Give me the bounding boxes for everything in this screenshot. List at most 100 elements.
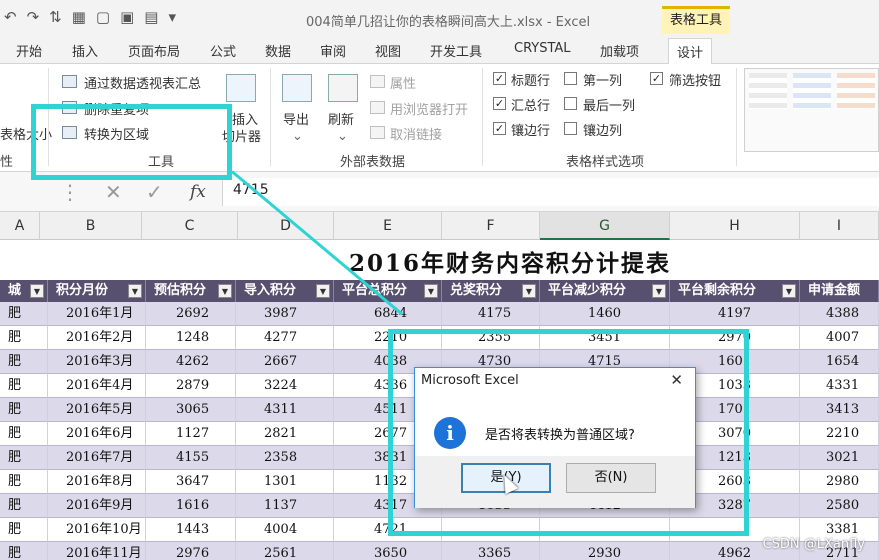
- table-cell[interactable]: 肥: [0, 470, 48, 494]
- table-cell[interactable]: 3365: [442, 542, 540, 560]
- header-row-checkbox[interactable]: ✓: [493, 72, 506, 85]
- last-column-checkbox[interactable]: [564, 97, 577, 110]
- tab-page-layout[interactable]: 页面布局: [128, 41, 180, 60]
- table-cell[interactable]: 1301: [236, 470, 334, 494]
- table-cell[interactable]: 4262: [146, 350, 236, 374]
- tab-home[interactable]: 开始: [16, 41, 42, 60]
- table-cell[interactable]: 2561: [236, 542, 334, 560]
- table-header-cell[interactable]: 平台剩余积分 ▼: [670, 280, 800, 302]
- table-cell[interactable]: 肥: [0, 302, 48, 326]
- filter-dropdown-icon[interactable]: ▼: [424, 284, 438, 298]
- table-cell[interactable]: 4004: [236, 518, 334, 542]
- unlink-button[interactable]: 取消链接: [390, 124, 442, 143]
- table-cell[interactable]: 4311: [236, 398, 334, 422]
- total-row-checkbox[interactable]: ✓: [493, 97, 506, 110]
- column-header-g[interactable]: G: [540, 212, 670, 240]
- table-cell[interactable]: 3065: [146, 398, 236, 422]
- table-header-cell[interactable]: 积分月份 ▼: [48, 280, 146, 302]
- formula-input[interactable]: 4715: [222, 178, 879, 206]
- table-cell[interactable]: 2667: [236, 350, 334, 374]
- filter-dropdown-icon[interactable]: ▼: [522, 284, 536, 298]
- tab-insert[interactable]: 插入: [72, 41, 98, 60]
- table-cell[interactable]: 3224: [236, 374, 334, 398]
- table-cell[interactable]: 1460: [540, 302, 670, 326]
- table-cell[interactable]: 1127: [146, 422, 236, 446]
- table-style-swatch[interactable]: [837, 73, 875, 109]
- table-header-cell[interactable]: 平台总积分▼: [334, 280, 442, 302]
- close-icon[interactable]: ✕: [670, 371, 683, 389]
- tab-developer[interactable]: 开发工具: [430, 41, 482, 60]
- table-cell[interactable]: 1443: [146, 518, 236, 542]
- table-cell[interactable]: 2210: [800, 422, 879, 446]
- image-icon[interactable]: ▣: [120, 8, 134, 26]
- column-header-e[interactable]: E: [334, 212, 442, 240]
- table-styles-gallery[interactable]: [744, 68, 879, 152]
- refresh-button[interactable]: 刷新: [328, 109, 354, 128]
- table-cell[interactable]: 肥: [0, 542, 48, 560]
- table-cell[interactable]: 2016年2月: [48, 326, 146, 350]
- table-cell[interactable]: 肥: [0, 422, 48, 446]
- table-cell[interactable]: 2976: [146, 542, 236, 560]
- table-cell[interactable]: 4155: [146, 446, 236, 470]
- table-cell[interactable]: 6844: [334, 302, 442, 326]
- export-dropdown-icon[interactable]: ⌄: [292, 129, 303, 144]
- table-cell[interactable]: 2692: [146, 302, 236, 326]
- first-column-checkbox[interactable]: [564, 72, 577, 85]
- comment-icon[interactable]: ▢: [96, 8, 110, 26]
- filter-button-checkbox[interactable]: ✓: [650, 72, 663, 85]
- table-cell[interactable]: 1654: [800, 350, 879, 374]
- column-header-i[interactable]: I: [800, 212, 879, 240]
- table-cell[interactable]: 3413: [800, 398, 879, 422]
- filter-dropdown-icon[interactable]: ▼: [652, 284, 666, 298]
- table-header-cell[interactable]: 导入积分 ▼: [236, 280, 334, 302]
- table-header-cell[interactable]: 平台减少积分 ▼: [540, 280, 670, 302]
- banded-rows-checkbox[interactable]: ✓: [493, 122, 506, 135]
- table-cell[interactable]: 肥: [0, 446, 48, 470]
- insert-function-icon[interactable]: fx: [190, 182, 206, 202]
- redo-icon[interactable]: ↷: [27, 8, 40, 26]
- column-header-f[interactable]: F: [442, 212, 540, 240]
- cancel-entry-icon[interactable]: ✕: [105, 180, 122, 204]
- table-cell[interactable]: 4331: [800, 374, 879, 398]
- open-in-browser-button[interactable]: 用浏览器打开: [390, 99, 468, 118]
- more-options-icon[interactable]: ⋮: [60, 180, 80, 204]
- table-cell[interactable]: 2930: [540, 542, 670, 560]
- summarize-pivot-button[interactable]: 通过数据透视表汇总: [84, 73, 201, 92]
- table-cell[interactable]: 肥: [0, 398, 48, 422]
- no-button[interactable]: 否(N): [566, 463, 656, 493]
- table-cell[interactable]: 肥: [0, 350, 48, 374]
- table-cell[interactable]: 2016年1月: [48, 302, 146, 326]
- dropdown-icon[interactable]: ▾: [168, 8, 176, 26]
- tab-formulas[interactable]: 公式: [210, 41, 236, 60]
- table-cell[interactable]: 3650: [334, 542, 442, 560]
- filter-dropdown-icon[interactable]: ▼: [782, 284, 796, 298]
- table-cell[interactable]: 2016年4月: [48, 374, 146, 398]
- table-cell[interactable]: 4197: [670, 302, 800, 326]
- tab-review[interactable]: 审阅: [320, 41, 346, 60]
- table-cell[interactable]: 2016年6月: [48, 422, 146, 446]
- table-cell[interactable]: 肥: [0, 518, 48, 542]
- table-header-cell[interactable]: 申请金额: [800, 280, 879, 302]
- table-cell[interactable]: 2879: [146, 374, 236, 398]
- table-header-cell[interactable]: 预估积分 ▼: [146, 280, 236, 302]
- table-cell[interactable]: 4277: [236, 326, 334, 350]
- table-cell[interactable]: 2016年10月: [48, 518, 146, 542]
- table-header-cell[interactable]: 城 ▼: [0, 280, 48, 302]
- table-cell[interactable]: 2980: [800, 470, 879, 494]
- table-cell[interactable]: 2016年9月: [48, 494, 146, 518]
- table-cell[interactable]: 2016年7月: [48, 446, 146, 470]
- table-cell[interactable]: 3021: [800, 446, 879, 470]
- filter-dropdown-icon[interactable]: ▼: [30, 284, 44, 298]
- table-cell[interactable]: 肥: [0, 494, 48, 518]
- tab-design[interactable]: 设计: [668, 38, 713, 65]
- table-cell[interactable]: 1616: [146, 494, 236, 518]
- table-cell[interactable]: 3647: [146, 470, 236, 494]
- table-cell[interactable]: 2016年5月: [48, 398, 146, 422]
- confirm-entry-icon[interactable]: ✓: [146, 180, 163, 204]
- table-cell[interactable]: 4388: [800, 302, 879, 326]
- undo-icon[interactable]: ↶: [4, 8, 17, 26]
- table-header-cell[interactable]: 兑奖积分 ▼: [442, 280, 540, 302]
- tab-data[interactable]: 数据: [265, 41, 291, 60]
- column-header-c[interactable]: C: [142, 212, 238, 240]
- filter-dropdown-icon[interactable]: ▼: [316, 284, 330, 298]
